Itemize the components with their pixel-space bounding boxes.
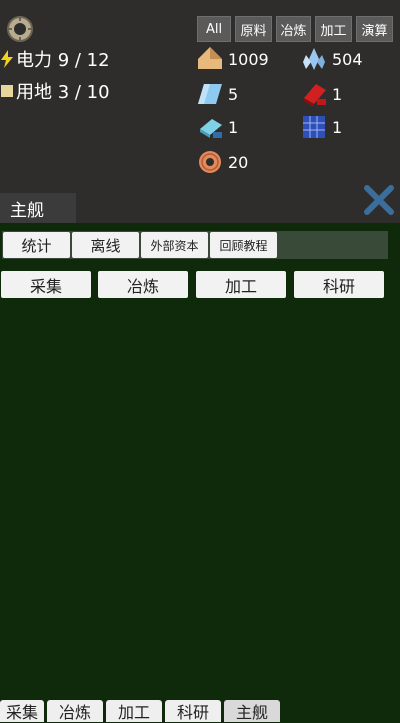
lightning-icon	[1, 50, 13, 68]
close-icon[interactable]	[362, 183, 396, 217]
offline-button[interactable]: 离线	[72, 232, 139, 258]
glass-sheet-icon	[198, 84, 222, 104]
power-label: 电力 9 / 12	[16, 50, 110, 71]
review-tutorial-button[interactable]: 回顾教程	[210, 232, 277, 258]
research-button[interactable]: 科研	[294, 271, 384, 298]
filter-process[interactable]: 加工	[315, 16, 352, 42]
stats-button[interactable]: 统计	[3, 232, 70, 258]
resource-iron-ingot: 1	[196, 113, 238, 141]
resource-copper-ingot: 1	[300, 80, 342, 108]
resource-value: 1	[228, 117, 239, 137]
resource-value: 5	[228, 84, 239, 104]
bottom-tab-smelt[interactable]: 冶炼	[47, 700, 103, 722]
filter-raw[interactable]: 原料	[235, 16, 272, 42]
gear-icon[interactable]	[5, 14, 35, 44]
filter-compute[interactable]: 演算	[356, 16, 393, 42]
resource-value: 20	[228, 152, 249, 172]
smelt-button[interactable]: 冶炼	[98, 271, 188, 298]
resource-copper-coil: 20	[196, 148, 248, 176]
external-capital-button[interactable]: 外部资本	[141, 232, 208, 258]
crystal-icon	[303, 48, 325, 70]
solar-panel-icon	[303, 116, 325, 138]
power-stat: 电力 9 / 12	[0, 46, 110, 72]
wood-planks-icon	[198, 47, 222, 69]
bottom-tab-process[interactable]: 加工	[106, 700, 162, 722]
resource-value: 504	[332, 49, 363, 69]
resource-solar-panel: 1	[300, 113, 342, 141]
copper-ingot-icon	[304, 84, 326, 107]
land-stat: 用地 3 / 10	[0, 78, 110, 104]
land-label: 用地 3 / 10	[16, 82, 110, 103]
filter-smelt[interactable]: 冶炼	[276, 16, 311, 42]
process-button[interactable]: 加工	[196, 271, 286, 298]
resource-value: 1009	[228, 49, 269, 69]
resource-value: 1	[332, 84, 343, 104]
bottom-tab-research[interactable]: 科研	[165, 700, 221, 722]
resource-wood: 1009	[196, 45, 269, 73]
copper-coil-icon	[199, 151, 221, 173]
resource-glass: 5	[196, 80, 238, 108]
iron-ingot-icon	[200, 119, 222, 138]
resource-crystal: 504	[300, 45, 363, 73]
tab-mothership[interactable]: 主舰	[0, 193, 76, 223]
resource-value: 1	[332, 117, 343, 137]
map-icon	[1, 85, 13, 97]
bottom-nav: 采集 冶炼 加工 科研 主舰	[0, 700, 280, 722]
filter-all[interactable]: All	[197, 16, 231, 42]
bottom-tab-mothership[interactable]: 主舰	[224, 700, 280, 722]
gather-button[interactable]: 采集	[1, 271, 91, 298]
filter-tabs: All 原料 冶炼 加工 演算	[197, 16, 393, 42]
bottom-tab-gather[interactable]: 采集	[0, 700, 44, 722]
